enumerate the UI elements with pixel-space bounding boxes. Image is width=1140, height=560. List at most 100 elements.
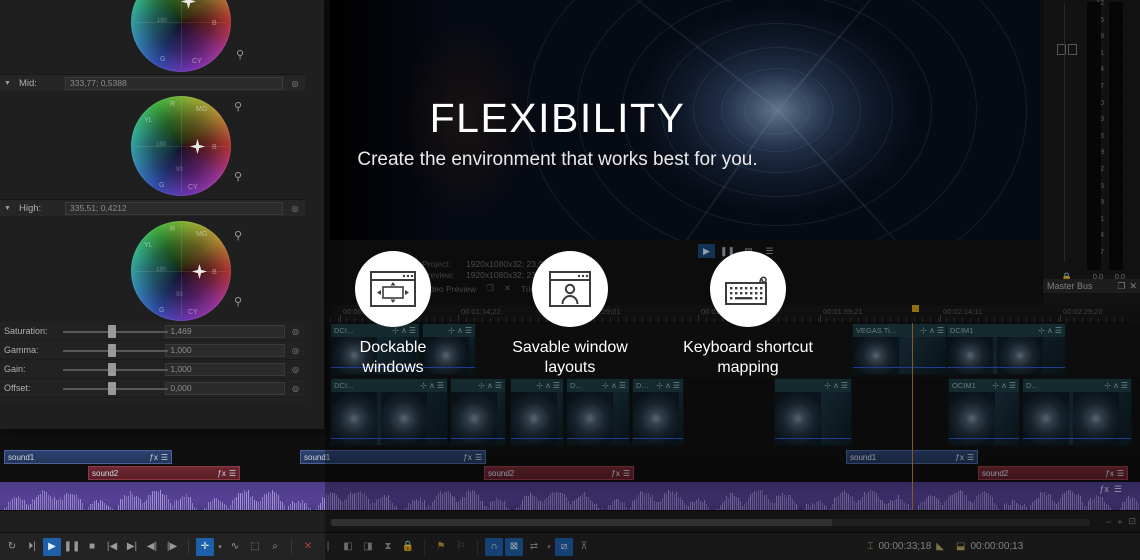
slider-row-saturation[interactable]: Saturation: 1,469 ◎: [0, 322, 305, 341]
go-to-start-button[interactable]: |◀: [103, 538, 121, 556]
slider-value-field[interactable]: 1,469: [165, 325, 285, 338]
zoom-out-icon[interactable]: −: [1106, 517, 1111, 527]
slider-track[interactable]: [63, 382, 160, 395]
clip-header[interactable]: ⊹ ʌ ☰: [511, 379, 563, 392]
envelope-tool[interactable]: ∿: [226, 538, 244, 556]
preview-menu-button[interactable]: ☰: [761, 244, 778, 258]
insert-region-button[interactable]: ⚐: [452, 538, 470, 556]
menu-icon[interactable]: ☰: [1009, 382, 1016, 390]
timeline-clip[interactable]: D... ⊹ ʌ ☰: [1022, 378, 1132, 446]
prev-frame-button[interactable]: ◀|: [143, 538, 161, 556]
selection-timecode[interactable]: 00:00:00;13: [970, 541, 1023, 552]
audio-clip[interactable]: sound1 ƒx ☰: [300, 450, 486, 464]
trim-end-button[interactable]: ◨: [359, 538, 377, 556]
clip-header[interactable]: D... ⊹ ʌ ☰: [1023, 379, 1131, 392]
color-wheel-mid[interactable]: R MG YL B G CY 180 90 ⚲ ⚲: [0, 92, 305, 200]
go-to-end-button[interactable]: ▶|: [123, 538, 141, 556]
slider-knob[interactable]: [108, 344, 116, 357]
menu-icon[interactable]: ☰: [1121, 382, 1128, 390]
timeline-clip[interactable]: ⊹ ʌ ☰: [774, 378, 852, 446]
slider-value-field[interactable]: 1,000: [165, 363, 285, 376]
crop-icon[interactable]: ⊹: [392, 327, 399, 335]
preview-frame-button[interactable]: ▤: [740, 244, 757, 258]
waveform-clip-controls[interactable]: ƒx ☰: [1099, 484, 1122, 495]
fx-icon[interactable]: ʌ: [402, 327, 406, 335]
chevron-down-icon[interactable]: ▼: [4, 205, 13, 212]
menu-icon[interactable]: ☰: [475, 453, 482, 462]
slider-knob[interactable]: [108, 325, 116, 338]
cursor-dropdown-icon[interactable]: ◣: [936, 541, 944, 552]
menu-icon[interactable]: ☰: [1117, 469, 1124, 478]
normal-edit-tool[interactable]: ✛: [196, 538, 214, 556]
crop-icon[interactable]: ⊹: [656, 382, 663, 390]
preview-pause-button[interactable]: ❚❚: [719, 244, 736, 258]
timeline-scrollbar-row[interactable]: − + ⊡: [0, 510, 1140, 532]
crop-icon[interactable]: ⊹: [1038, 327, 1045, 335]
fx-icon[interactable]: ʌ: [930, 327, 934, 335]
cursor-timecode[interactable]: 00:00:33;18: [878, 541, 931, 552]
split-button[interactable]: |: [319, 538, 337, 556]
crossfade-button[interactable]: ⧗: [379, 538, 397, 556]
timeline-ruler[interactable]: 00:00:59;04 00:01:14;22 00:01:29;01 00:01:4…: [330, 305, 1130, 323]
fx-icon[interactable]: ʌ: [458, 327, 462, 335]
auto-ripple-dropdown[interactable]: ▾: [545, 543, 553, 551]
close-icon[interactable]: ✕: [1129, 281, 1137, 292]
selection-tool[interactable]: ⬚: [246, 538, 264, 556]
preview-play-button[interactable]: ▶: [698, 244, 715, 258]
eyedropper-icon-secondary[interactable]: ⚲: [234, 295, 242, 308]
enable-snapping-button[interactable]: ∩: [485, 538, 503, 556]
zoom-tool[interactable]: ⌕: [266, 538, 284, 556]
timeline-clip[interactable]: DCIM1 ⊹ ʌ ☰: [946, 323, 1066, 375]
menu-icon[interactable]: ☰: [553, 382, 560, 390]
crop-icon[interactable]: ⊹: [1104, 382, 1111, 390]
reset-icon[interactable]: ◎: [290, 325, 301, 337]
reset-icon[interactable]: ◎: [290, 344, 301, 356]
fx-icon[interactable]: ʌ: [546, 382, 550, 390]
menu-icon[interactable]: ☰: [409, 327, 416, 335]
edit-tool-dropdown[interactable]: ▾: [216, 543, 224, 551]
cursor-position-readout[interactable]: ⌶ 00:00:33;18 ◣: [861, 541, 950, 552]
play-from-start-button[interactable]: ⏵|: [23, 538, 41, 556]
zoom-fit-icon[interactable]: ⊡: [1128, 516, 1136, 527]
timeline-clip[interactable]: ⊹ ʌ ☰: [510, 378, 564, 446]
fx-icon[interactable]: ʌ: [666, 382, 670, 390]
preview-tabs[interactable]: Video Preview ❐ ✕ Trimmer: [422, 283, 552, 294]
reset-icon[interactable]: ◎: [289, 77, 301, 89]
fx-icon[interactable]: ʌ: [1002, 382, 1006, 390]
insert-marker-button[interactable]: ⚑: [432, 538, 450, 556]
crop-icon[interactable]: ⊹: [920, 327, 927, 335]
transport-controls[interactable]: ↻ ⏵| ▶ ❚❚ ■ |◀ ▶| ◀| |▶: [0, 538, 184, 556]
menu-icon[interactable]: ☰: [229, 469, 236, 478]
crop-icon[interactable]: ⊹: [478, 382, 485, 390]
menu-icon[interactable]: ☰: [161, 453, 168, 462]
menu-icon[interactable]: ☰: [937, 327, 944, 335]
slider-knob[interactable]: [108, 382, 116, 395]
reset-icon[interactable]: ◎: [289, 202, 301, 214]
slider-track[interactable]: [63, 344, 160, 357]
trim-start-button[interactable]: ◧: [339, 538, 357, 556]
menu-icon[interactable]: ☰: [841, 382, 848, 390]
timeline-clip[interactable]: OCIM1 ⊹ ʌ ☰: [948, 378, 1020, 446]
close-icon[interactable]: ✕: [504, 283, 511, 294]
next-frame-button[interactable]: |▶: [163, 538, 181, 556]
menu-icon[interactable]: ☰: [619, 382, 626, 390]
clip-header[interactable]: OCIM1 ⊹ ʌ ☰: [949, 379, 1019, 392]
adjustment-sliders[interactable]: Saturation: 1,469 ◎ Gamma: 1,000 ◎ Gain: 1,000 ◎…: [0, 322, 305, 402]
clip-header[interactable]: ⊹ ʌ ☰: [775, 379, 851, 392]
eyedropper-icon-secondary[interactable]: ⚲: [234, 170, 242, 183]
stop-button[interactable]: ■: [83, 538, 101, 556]
snap-tools[interactable]: ∩ ⊠ ⇄ ▾ ⧄ ⊼: [482, 538, 596, 556]
lock-button[interactable]: 🔒: [399, 538, 417, 556]
fx-icon[interactable]: ƒx: [217, 469, 225, 478]
play-button[interactable]: ▶: [43, 538, 61, 556]
selection-length-readout[interactable]: ⬓ 00:00:00;13: [950, 541, 1140, 552]
fx-icon[interactable]: ʌ: [488, 382, 492, 390]
chevron-down-icon[interactable]: ▼: [4, 80, 13, 87]
marker-tools[interactable]: ⚑ ⚐: [429, 538, 473, 556]
slider-value-field[interactable]: 1,000: [165, 344, 285, 357]
fx-icon[interactable]: ʌ: [612, 382, 616, 390]
slider-knob[interactable]: [108, 363, 116, 376]
eyedropper-icon[interactable]: ⚲: [234, 100, 242, 113]
menu-icon[interactable]: ☰: [495, 382, 502, 390]
menu-icon[interactable]: ☰: [967, 453, 974, 462]
